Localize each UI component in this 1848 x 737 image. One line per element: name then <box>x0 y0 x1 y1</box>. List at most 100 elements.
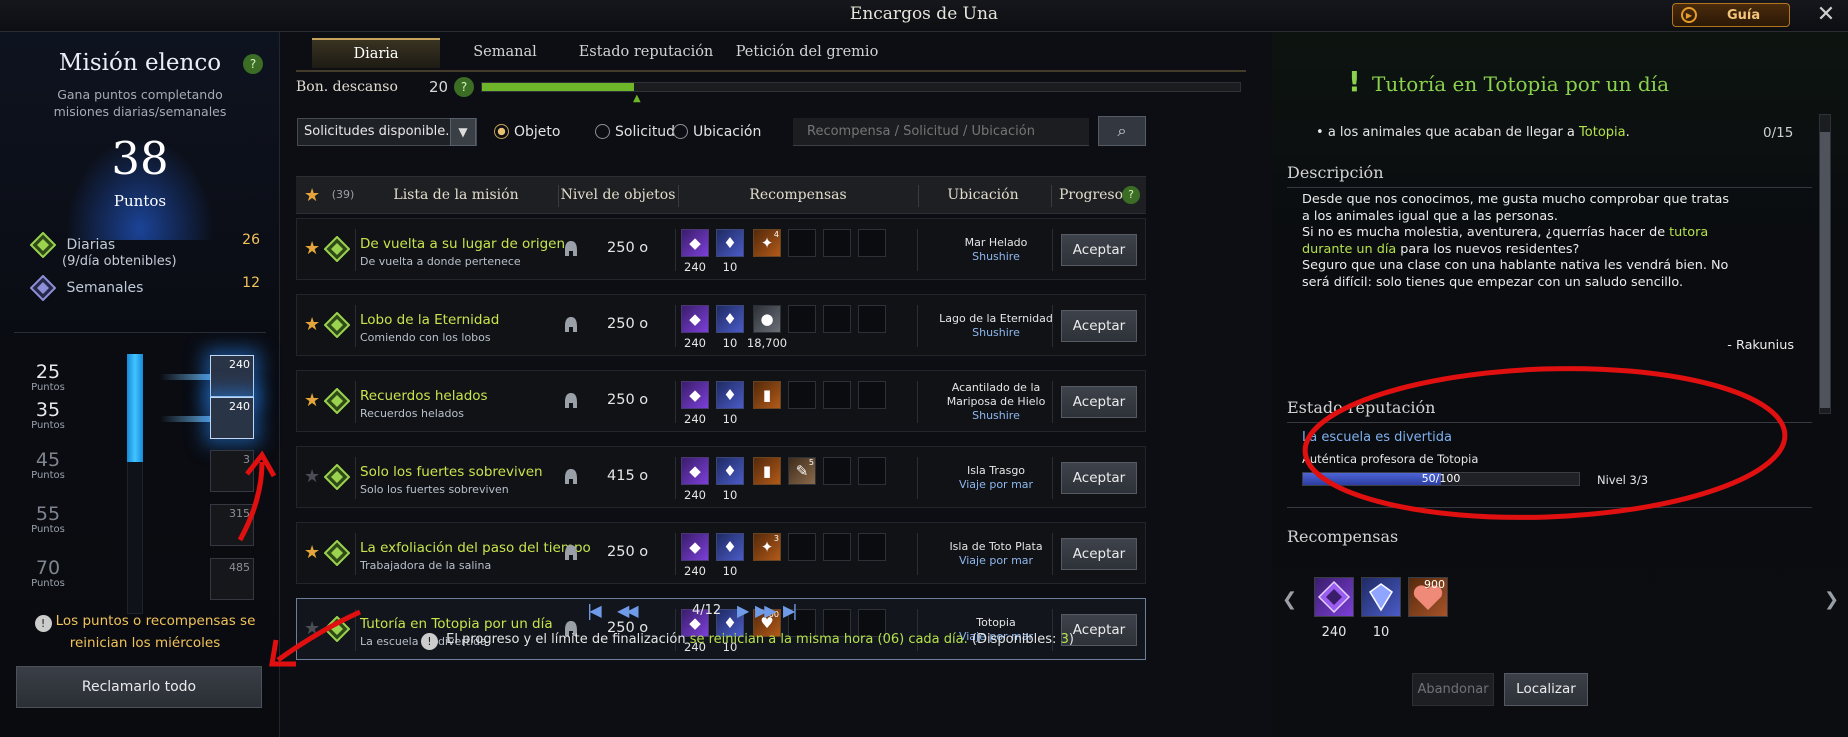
reward-slot[interactable]: ◆ <box>681 229 709 257</box>
last-page-button[interactable]: ▶| <box>783 601 798 620</box>
reward-slot[interactable]: ◆ <box>681 533 709 561</box>
location-name: Isla Trasgo <box>966 464 1026 477</box>
tab-semanal[interactable]: Semanal <box>445 38 565 68</box>
rewards-next-arrow[interactable]: ❯ <box>1824 589 1839 610</box>
location-region[interactable]: Shushire <box>972 250 1020 263</box>
objective-part-a: a los animales que acaban de llegar a <box>1327 125 1575 140</box>
helmet-icon <box>565 393 577 408</box>
weekly-diamond-icon <box>30 275 56 301</box>
header-item-level[interactable]: Nivel de objetos <box>558 177 678 213</box>
cell-separator <box>1052 229 1053 271</box>
reward-slot[interactable]: ✦ 4 <box>753 229 781 257</box>
help-icon[interactable]: ? <box>243 54 263 74</box>
prev-page-group-button[interactable]: ◀◀ <box>617 601 639 620</box>
cell-separator <box>1052 305 1053 347</box>
favorite-star-icon[interactable]: ★ <box>304 466 320 487</box>
search-input[interactable] <box>793 118 1089 146</box>
close-button[interactable]: ✕ <box>1812 2 1840 28</box>
tier-reward-box[interactable]: 3 <box>210 450 254 492</box>
accept-button[interactable]: Aceptar <box>1061 310 1137 342</box>
locate-button[interactable]: Localizar <box>1504 673 1588 706</box>
next-page-group-button[interactable]: ▶▶ <box>755 601 777 620</box>
mission-title: Lobo de la Eternidad <box>360 312 500 328</box>
reward-slot[interactable]: ▮ <box>753 381 781 409</box>
tab-reputacion[interactable]: Estado reputación <box>571 38 721 68</box>
radio-solicitud[interactable]: Solicitud <box>595 124 675 140</box>
reward-slot[interactable]: ◆ <box>681 457 709 485</box>
highlight-text: tutora <box>1669 225 1709 240</box>
cell-separator <box>355 533 356 575</box>
daily-quest-icon <box>324 236 350 262</box>
accept-button[interactable]: Aceptar <box>1061 234 1137 266</box>
favorite-star-icon[interactable]: ★ <box>304 390 320 411</box>
radio-label: Objeto <box>514 124 561 140</box>
reward-qty: 10 <box>1372 625 1390 640</box>
claim-all-button[interactable]: Reclamarlo todo <box>16 666 262 708</box>
reward-slot[interactable]: ♦ <box>716 457 744 485</box>
reward-slot[interactable]: ✦ 3 <box>753 533 781 561</box>
scrollbar-thumb[interactable] <box>1820 132 1830 408</box>
location-region[interactable]: Viaje por mar <box>959 554 1033 567</box>
header-location[interactable]: Ubicación <box>918 177 1048 213</box>
location-name: Mar Helado <box>964 236 1028 249</box>
tier-reward-box[interactable]: 315 <box>210 504 254 546</box>
tab-diaria[interactable]: Diaria <box>312 38 440 68</box>
location-name: Totopia <box>976 616 1016 629</box>
cell-separator <box>1052 457 1053 499</box>
star-icon[interactable]: ★ <box>304 185 320 206</box>
mission-title: La exfoliación del paso del tiempo <box>360 540 591 556</box>
reward-slot[interactable]: ♦ <box>716 229 744 257</box>
first-page-button[interactable]: |◀ <box>587 601 602 620</box>
request-filter-dropdown[interactable]: Solicitudes disponible... ▼ <box>297 118 477 146</box>
favorite-star-icon[interactable]: ★ <box>304 238 320 259</box>
footer-text-a: El progreso y el límite de finalización <box>446 632 686 647</box>
favorite-star-icon[interactable]: ★ <box>304 618 320 639</box>
tier-reward-box[interactable]: 240 <box>210 397 254 439</box>
location-region[interactable]: Shushire <box>972 409 1020 422</box>
tier-reward-box[interactable]: 485 <box>210 558 254 600</box>
empty-reward-slot <box>823 229 851 257</box>
help-icon[interactable]: ? <box>454 77 474 97</box>
table-row[interactable]: ★ Solo los fuertes sobreviven Solo los fue… <box>296 446 1146 508</box>
header-rewards: Recompensas <box>749 187 847 203</box>
reward-slot[interactable]: ● <box>753 305 781 333</box>
reward-slot[interactable]: ♦ <box>716 305 744 333</box>
accept-button[interactable]: Aceptar <box>1061 462 1137 494</box>
reward-item-heart[interactable]: 900 <box>1408 577 1448 617</box>
header-mission[interactable]: Lista de la misión <box>356 177 556 213</box>
table-row[interactable]: ★ La exfoliación del paso del tiempo Traba… <box>296 522 1146 584</box>
help-icon[interactable]: ? <box>1122 186 1140 204</box>
radio-objeto[interactable]: Objeto <box>494 124 560 140</box>
reward-slot[interactable]: ✎ 5 <box>788 457 816 485</box>
table-row[interactable]: ★ Lobo de la Eternidad Comiendo con los lo… <box>296 294 1146 356</box>
abandon-button[interactable]: Abandonar <box>1412 673 1494 706</box>
tier-reward-box[interactable]: 240 <box>210 355 254 397</box>
reward-slot[interactable]: ♦ <box>716 381 744 409</box>
location-region[interactable]: Viaje por mar <box>959 478 1033 491</box>
tab-gremio[interactable]: Petición del gremio <box>727 38 887 68</box>
purple-crystal-icon: ◆ <box>689 386 701 404</box>
weekly-row: Semanales 12 <box>30 275 260 301</box>
favorite-star-icon[interactable]: ★ <box>304 542 320 563</box>
reward-slot[interactable]: ▮ <box>753 457 781 485</box>
rewards-prev-arrow[interactable]: ❮ <box>1282 589 1297 610</box>
reward-slot[interactable]: ♦ <box>716 533 744 561</box>
accept-button[interactable]: Aceptar <box>1061 538 1137 570</box>
search-button[interactable]: ⌕ <box>1098 116 1146 146</box>
tier-points: 35 <box>35 399 61 421</box>
next-page-button[interactable]: ▶ <box>737 601 749 620</box>
accept-button[interactable]: Aceptar <box>1061 386 1137 418</box>
table-row[interactable]: ★ Recuerdos helados Recuerdos helados 250 o… <box>296 370 1146 432</box>
empty-reward-slot <box>823 533 851 561</box>
reward-item-blue[interactable] <box>1361 577 1401 617</box>
reward-badge: 5 <box>808 458 814 467</box>
table-row[interactable]: ★ De vuelta a su lugar de origen De vuelta… <box>296 218 1146 280</box>
reward-slot[interactable]: ◆ <box>681 381 709 409</box>
guide-button[interactable]: ▶ Guía <box>1672 3 1790 27</box>
mission-title: Solo los fuertes sobreviven <box>360 464 543 480</box>
favorite-star-icon[interactable]: ★ <box>304 314 320 335</box>
reward-item-purple[interactable] <box>1314 577 1354 617</box>
location-region[interactable]: Shushire <box>972 326 1020 339</box>
reward-slot[interactable]: ◆ <box>681 305 709 333</box>
radio-ubicacion[interactable]: Ubicación <box>673 124 761 140</box>
